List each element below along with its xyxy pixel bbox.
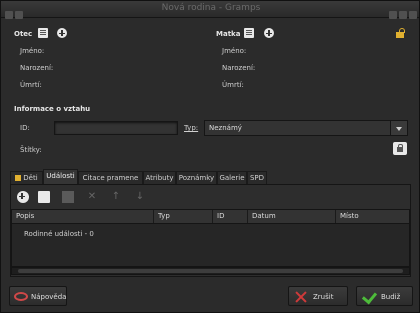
- help-button[interactable]: Nápověda: [9, 286, 67, 306]
- move-up-icon[interactable]: ↑: [110, 191, 122, 203]
- tab-notes-label: Poznámky: [178, 174, 215, 182]
- table-row[interactable]: Rodinné události - 0: [12, 228, 409, 240]
- share-event-list-icon[interactable]: [38, 191, 50, 203]
- add-mother-plus-icon[interactable]: [264, 28, 274, 38]
- select-father-list-icon[interactable]: [38, 28, 48, 38]
- cancel-button-label: Zrušit: [313, 293, 334, 301]
- id-label: ID:: [20, 124, 30, 132]
- father-birth-label: Narození:: [20, 64, 54, 72]
- relation-heading: Informace o vztahu: [14, 105, 91, 113]
- select-mother-list-icon[interactable]: [244, 28, 254, 38]
- family-events-label: Rodinné události - 0: [24, 230, 94, 238]
- tab-citations-label: Citace pramene: [82, 174, 139, 182]
- col-type[interactable]: Typ: [158, 212, 170, 220]
- id-input[interactable]: [54, 121, 178, 135]
- scrollbar-thumb[interactable]: [18, 269, 403, 273]
- tab-events-label: Události: [46, 172, 75, 180]
- relation-type-value: Neznámý: [209, 124, 242, 132]
- tab-citations[interactable]: Citace pramene: [78, 171, 143, 184]
- tab-lds-label: SPD: [249, 174, 265, 182]
- col-date[interactable]: Datum: [252, 212, 276, 220]
- mother-death-label: Úmrtí:: [222, 81, 244, 89]
- col-place[interactable]: Místo: [340, 212, 359, 220]
- move-down-icon[interactable]: ↓: [134, 191, 146, 203]
- mother-heading: Matka: [216, 30, 241, 38]
- edit-tags-icon[interactable]: [393, 142, 407, 155]
- mother-name-label: Jméno:: [222, 47, 247, 55]
- events-table-header: Popis Typ ID Datum Místo: [12, 210, 409, 224]
- children-icon: [15, 175, 22, 181]
- ok-icon: [361, 288, 378, 305]
- remove-event-icon[interactable]: ✕: [86, 191, 98, 203]
- tab-gallery-label: Galerie: [219, 174, 245, 182]
- col-description[interactable]: Popis: [16, 212, 34, 220]
- events-table[interactable]: Popis Typ ID Datum Místo Rodinné událost…: [11, 209, 410, 267]
- editor-window: Nová rodina - Gramps Otec Jméno: Narozen…: [0, 0, 420, 313]
- ok-button[interactable]: Budiž: [356, 286, 413, 306]
- add-event-plus-icon[interactable]: [17, 191, 29, 203]
- relation-type-combo[interactable]: Neznámý: [204, 120, 408, 136]
- help-button-label: Nápověda: [31, 293, 67, 301]
- cancel-icon: [295, 291, 307, 303]
- window-controls[interactable]: [387, 4, 417, 23]
- tab-notes[interactable]: Poznámky: [176, 171, 217, 184]
- tab-events[interactable]: Události: [43, 169, 78, 184]
- edit-event-icon[interactable]: [62, 191, 74, 203]
- tags-label: Štítky:: [20, 146, 42, 154]
- tab-gallery[interactable]: Galerie: [217, 171, 247, 184]
- chevron-down-icon[interactable]: [390, 121, 407, 135]
- tab-attributes[interactable]: Atributy: [143, 171, 176, 184]
- type-label: Typ:: [184, 124, 199, 132]
- title-bar: Nová rodina - Gramps: [1, 1, 419, 19]
- tab-children-label: Děti: [23, 174, 38, 182]
- horizontal-scrollbar[interactable]: [11, 267, 410, 275]
- tab-attributes-label: Atributy: [145, 174, 174, 182]
- tab-lds[interactable]: SPD: [247, 171, 267, 184]
- father-death-label: Úmrtí:: [20, 81, 42, 89]
- window-title: Nová rodina - Gramps: [161, 3, 261, 13]
- father-heading: Otec: [14, 30, 33, 38]
- cancel-button[interactable]: Zrušit: [288, 286, 348, 306]
- help-icon: [14, 292, 28, 301]
- father-name-label: Jméno:: [20, 47, 45, 55]
- tab-children[interactable]: Děti: [10, 171, 43, 184]
- privacy-lock-icon[interactable]: [394, 28, 406, 39]
- ok-button-label: Budiž: [381, 293, 401, 301]
- add-father-plus-icon[interactable]: [57, 28, 67, 38]
- mother-birth-label: Narození:: [222, 64, 256, 72]
- col-id[interactable]: ID: [217, 212, 224, 220]
